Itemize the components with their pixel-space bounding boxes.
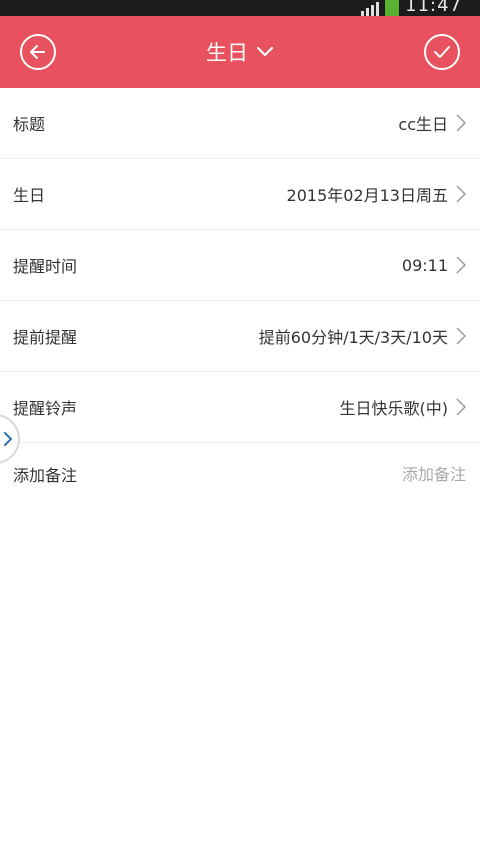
row-label: 添加备注 <box>13 466 78 485</box>
check-icon <box>434 46 450 58</box>
form-row-remind-time[interactable]: 提醒时间 09:11 <box>0 230 480 301</box>
row-label: 提前提醒 <box>13 328 78 347</box>
note-input[interactable] <box>266 464 466 484</box>
row-value: cc生日 <box>398 115 448 134</box>
form-row-birthday[interactable]: 生日 2015年02月13日周五 <box>0 159 480 230</box>
chevron-right-icon <box>456 185 466 203</box>
row-value: 09:11 <box>401 255 448 275</box>
status-bar: 11:47 <box>0 0 480 16</box>
reminder-form: 标题 cc生日 生日 2015年02月13日周五 提醒时间 09:11 提前提醒… <box>0 88 480 505</box>
status-time: 11:47 <box>405 0 462 16</box>
chevron-right-icon <box>456 256 466 274</box>
chevron-right-icon <box>456 398 466 416</box>
row-label: 标题 <box>13 115 46 134</box>
title-dropdown[interactable]: 生日 <box>206 37 274 67</box>
chevron-down-icon <box>256 46 274 57</box>
row-label: 提醒铃声 <box>13 399 78 418</box>
page-title: 生日 <box>206 41 248 65</box>
signal-icon <box>361 0 380 16</box>
form-row-title[interactable]: 标题 cc生日 <box>0 88 480 159</box>
form-row-advance-remind[interactable]: 提前提醒 提前60分钟/1天/3天/10天 <box>0 301 480 372</box>
battery-icon <box>385 0 400 16</box>
form-row-note: 添加备注 <box>0 443 480 505</box>
row-value: 提前60分钟/1天/3天/10天 <box>258 328 448 347</box>
chevron-right-icon <box>456 114 466 132</box>
row-value: 2015年02月13日周五 <box>286 186 448 205</box>
row-value: 生日快乐歌(中) <box>339 399 449 418</box>
arrow-left-icon <box>30 45 45 59</box>
row-label: 生日 <box>13 186 46 205</box>
chevron-right-icon <box>4 432 12 446</box>
back-button[interactable] <box>20 34 56 70</box>
title-bar: 生日 <box>0 16 480 88</box>
status-indicators: 11:47 <box>361 0 462 16</box>
chevron-right-icon <box>456 327 466 345</box>
row-label: 提醒时间 <box>13 257 78 276</box>
confirm-button[interactable] <box>424 34 460 70</box>
form-row-ringtone[interactable]: 提醒铃声 生日快乐歌(中) <box>0 372 480 443</box>
